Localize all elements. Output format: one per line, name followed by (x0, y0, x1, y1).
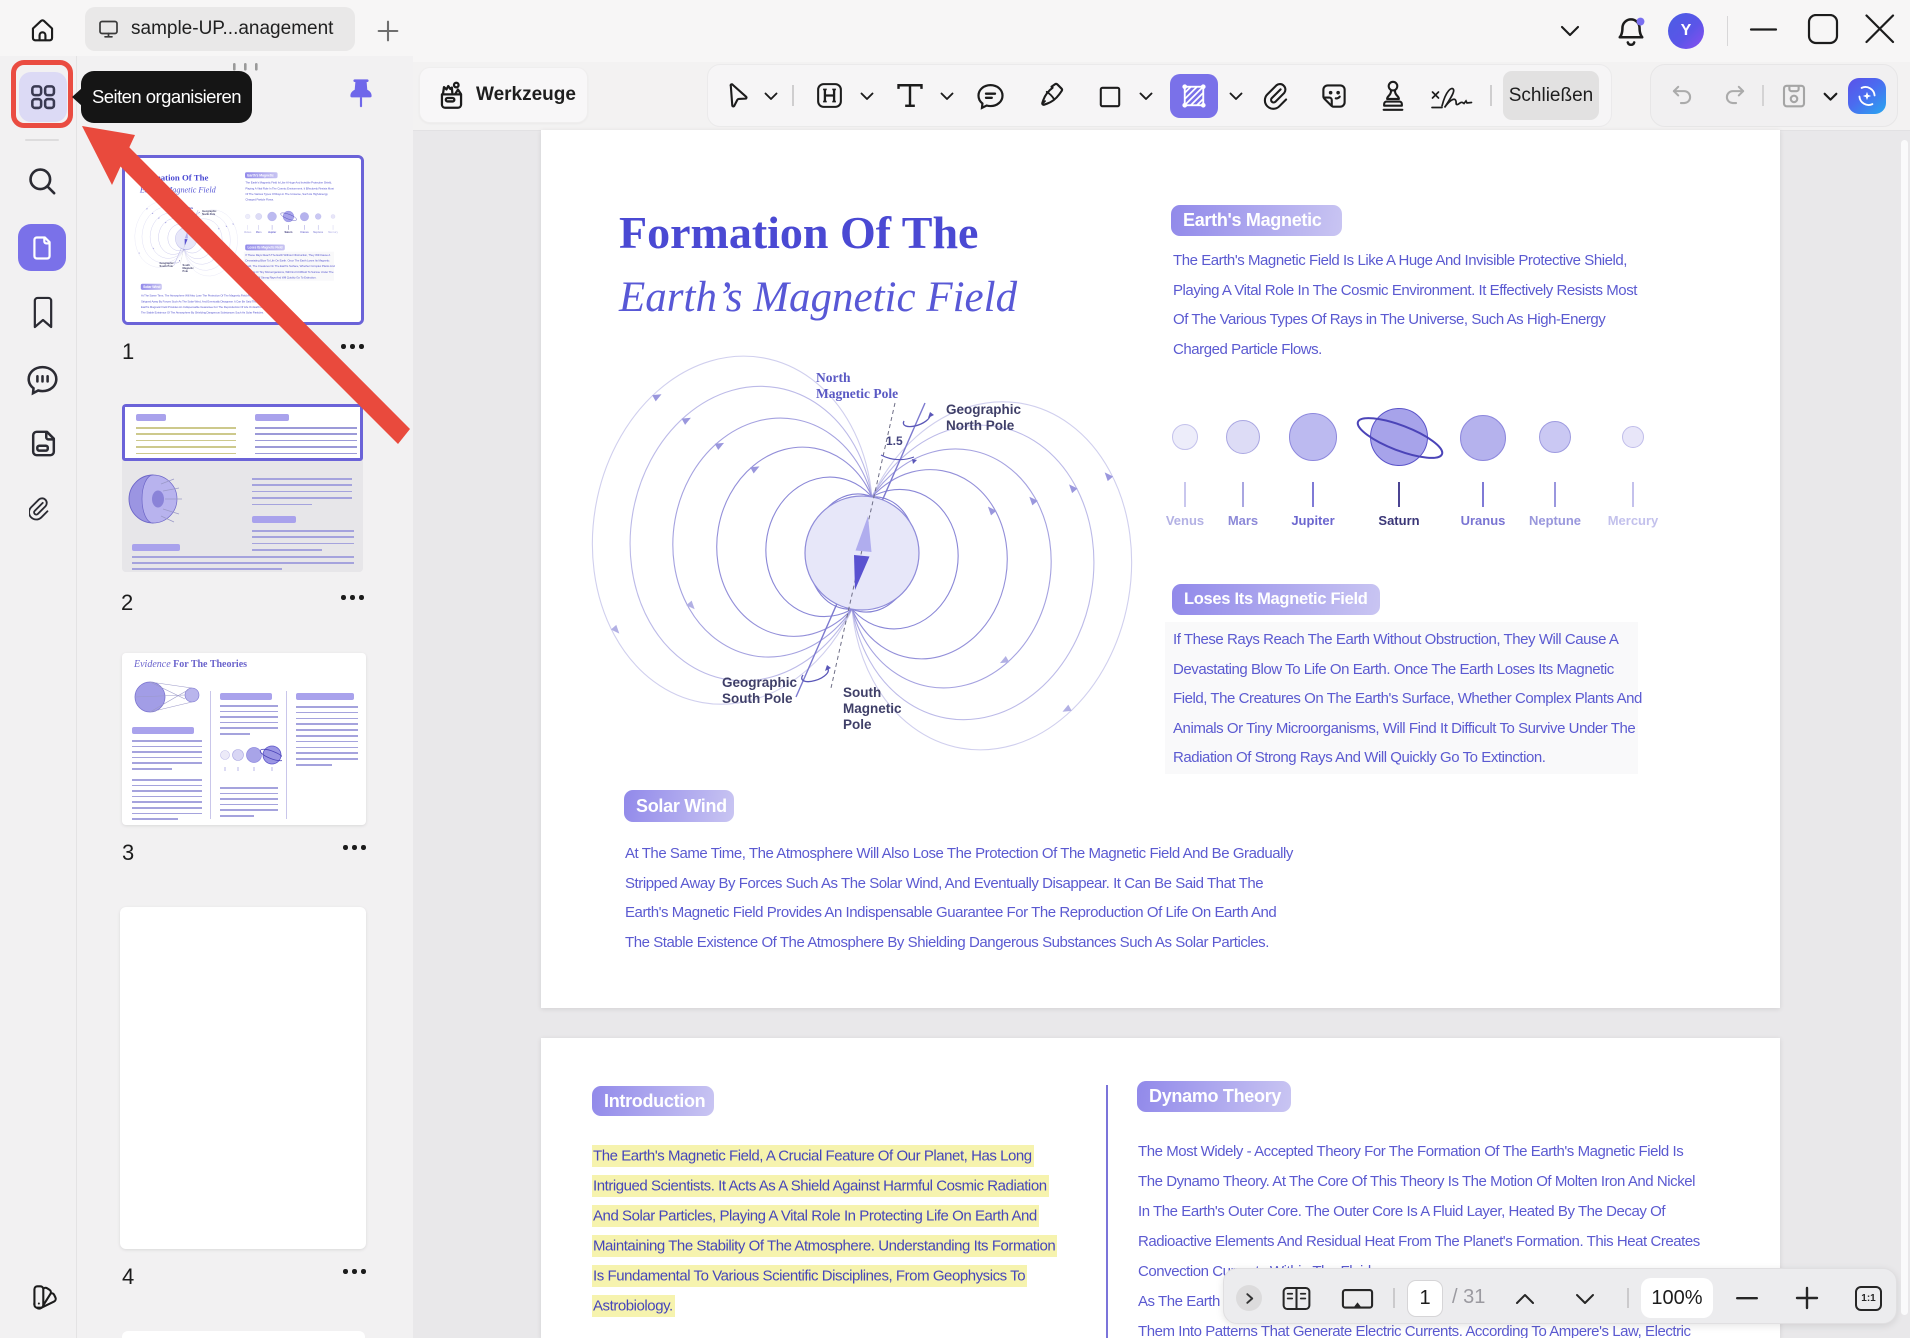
svg-text:1.5: 1.5 (886, 434, 903, 448)
